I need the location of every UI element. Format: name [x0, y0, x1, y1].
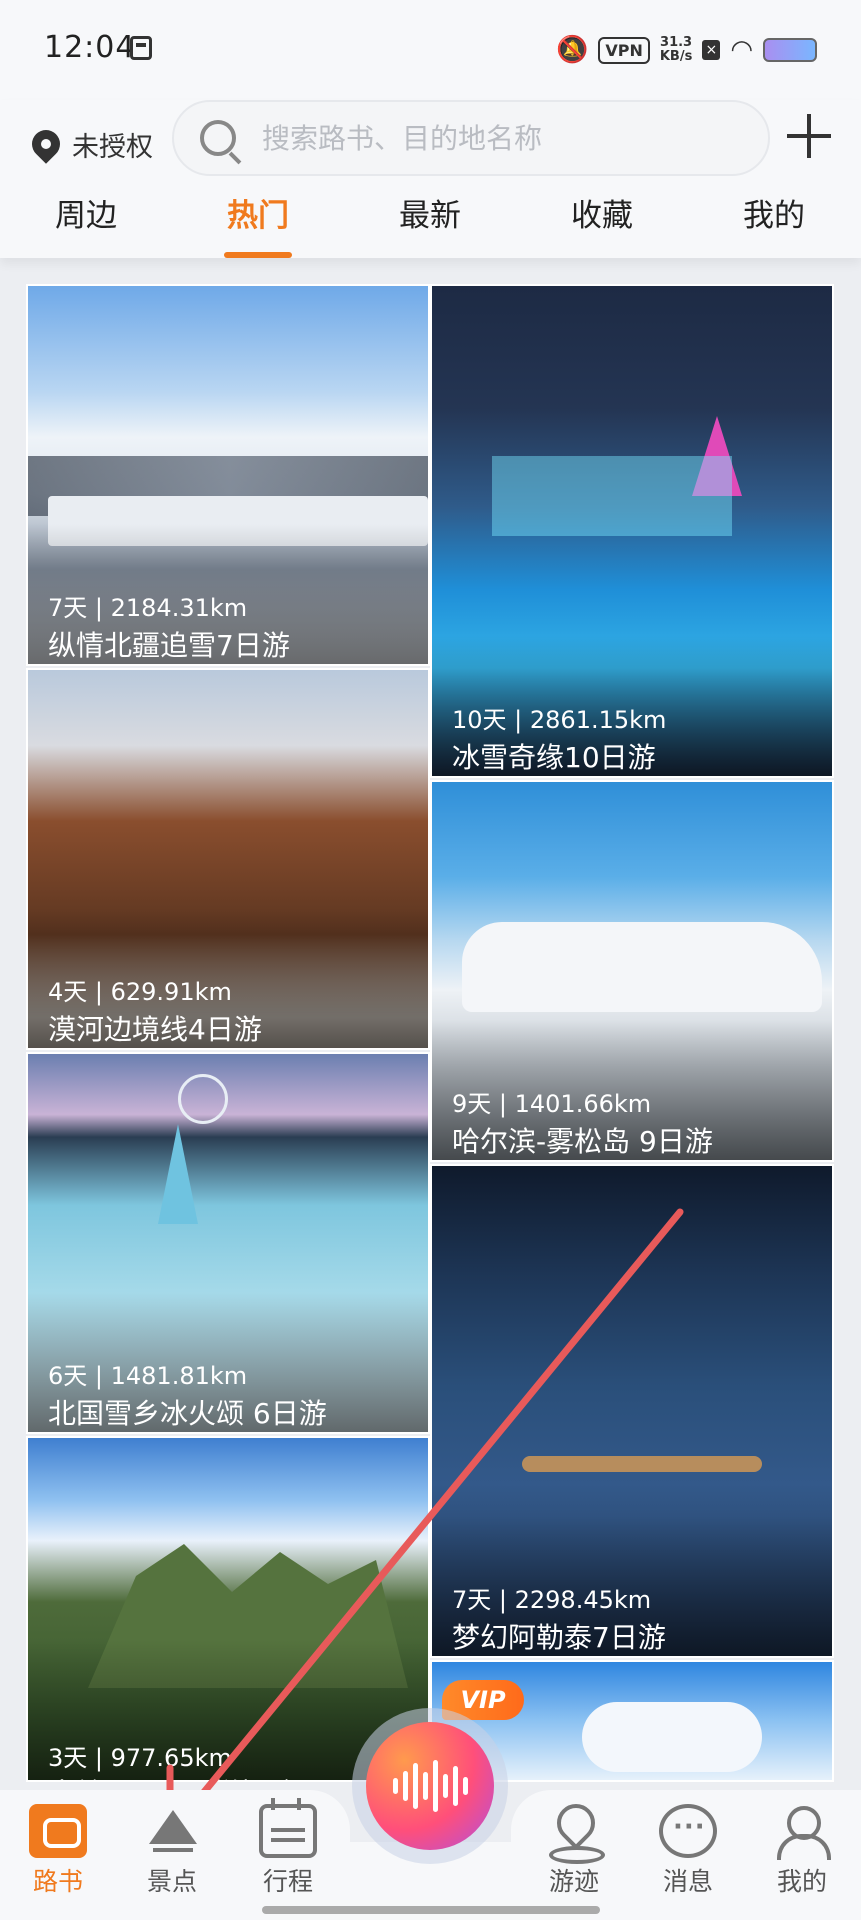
route-meta: 7天 | 2298.45km [452, 1586, 652, 1614]
nav-label: 行程 [262, 1867, 313, 1896]
route-meta: 10天 | 2861.15km [452, 706, 667, 734]
route-card[interactable]: 6天 | 1481.81km 北国雪乡冰火颂 6日游 [26, 1052, 430, 1434]
app-root: { "status_bar": { "time": "12:04", "vpn"… [0, 0, 861, 1920]
tab-nearby[interactable]: 周边 [26, 190, 146, 235]
network-speed-unit: KB/s [659, 49, 693, 64]
tab-mine[interactable]: 我的 [714, 190, 834, 235]
nav-profile[interactable]: 我的 [752, 1804, 852, 1898]
route-title: 北国雪乡冰火颂 6日游 [48, 1397, 327, 1430]
route-title: 哈尔滨-雾松岛 9日游 [452, 1125, 713, 1158]
search-input[interactable] [262, 121, 742, 155]
location-pin-icon [26, 124, 66, 164]
route-title: 南岭318 · 天梯探险 [48, 1772, 296, 1780]
nav-label: 消息 [662, 1867, 713, 1896]
battery-icon [763, 38, 817, 62]
route-title: 梦幻阿勒泰7日游 [452, 1621, 666, 1654]
tab-latest[interactable]: 最新 [370, 190, 490, 235]
active-tab-indicator [224, 252, 292, 258]
nav-label: 路书 [32, 1867, 83, 1896]
route-card[interactable]: 7天 | 2298.45km 梦幻阿勒泰7日游 [430, 1164, 834, 1658]
route-title: 冰雪奇缘10日游 [452, 741, 656, 774]
network-speed-value: 31.3 [660, 35, 693, 50]
route-meta: 9天 | 1401.66km [452, 1090, 652, 1118]
calendar-icon [259, 1798, 317, 1858]
mute-icon: 🔕 [555, 35, 589, 65]
nav-label: 我的 [776, 1867, 827, 1896]
message-icon [659, 1804, 717, 1858]
network-speed: 31.3 KB/s [660, 36, 692, 64]
tab-favorites[interactable]: 收藏 [542, 190, 662, 235]
sim-off-icon: × [702, 40, 721, 60]
route-card[interactable]: 4天 | 629.91km 漠河边境线4日游 [26, 668, 430, 1050]
route-card[interactable]: 3天 | 977.65km 南岭318 · 天梯探险 [26, 1436, 430, 1782]
tab-popular[interactable]: 热门 [198, 190, 318, 235]
sound-wave-icon [392, 1760, 468, 1812]
nav-itinerary[interactable]: 行程 [238, 1798, 338, 1898]
vpn-badge: VPN [598, 36, 650, 64]
search-bar[interactable] [172, 100, 770, 176]
user-icon [773, 1804, 831, 1860]
ferris-wheel-scenery [178, 1074, 228, 1124]
nav-footprints[interactable]: 游迹 [524, 1804, 624, 1898]
route-card[interactable]: 7天 | 2184.31km 纵情北疆追雪7日游 [26, 284, 430, 666]
village-lights-scenery [522, 1456, 762, 1472]
add-icon[interactable] [787, 114, 831, 158]
nav-label: 景点 [146, 1867, 197, 1896]
wifi-icon: ◠ [730, 35, 753, 65]
status-bar: 12:04 🔕 VPN 31.3 KB/s × ◠ [0, 0, 861, 100]
nav-label: 游迹 [548, 1867, 599, 1896]
route-title: 漠河边境线4日游 [48, 1013, 262, 1046]
home-indicator[interactable] [262, 1906, 600, 1914]
card-scenery [158, 1124, 198, 1224]
route-card[interactable]: 9天 | 1401.66km 哈尔滨-雾松岛 9日游 [430, 780, 834, 1162]
notification-icon [130, 36, 152, 60]
route-meta: 7天 | 2184.31km [48, 594, 248, 622]
location-trace-icon [545, 1804, 605, 1864]
status-icons: 🔕 VPN 31.3 KB/s × ◠ [556, 30, 817, 70]
location-selector[interactable]: 未授权 [26, 114, 153, 174]
route-meta: 4天 | 629.91km [48, 978, 232, 1006]
card-scenery [492, 456, 732, 536]
nav-attractions[interactable]: 景点 [122, 1804, 222, 1898]
voice-assistant-button[interactable] [366, 1722, 494, 1850]
route-title: 纵情北疆追雪7日游 [48, 629, 290, 662]
route-card[interactable]: 10天 | 2861.15km 冰雪奇缘10日游 [430, 284, 834, 778]
app-header: 未授权 周边 热门 最新 收藏 我的 [0, 100, 861, 258]
category-tabs: 周边 热门 最新 收藏 我的 [0, 190, 861, 258]
status-time: 12:04 [44, 30, 136, 65]
route-meta: 6天 | 1481.81km [48, 1362, 248, 1390]
location-label: 未授权 [72, 131, 153, 163]
mountain-icon [143, 1804, 201, 1858]
route-meta: 3天 | 977.65km [48, 1744, 232, 1772]
frosted-trees-scenery [462, 922, 822, 1012]
route-book-icon [29, 1804, 87, 1858]
cloud-scenery [582, 1702, 762, 1772]
nav-route-book[interactable]: 路书 [8, 1804, 108, 1898]
nav-messages[interactable]: 消息 [638, 1804, 738, 1898]
search-icon [200, 120, 236, 156]
